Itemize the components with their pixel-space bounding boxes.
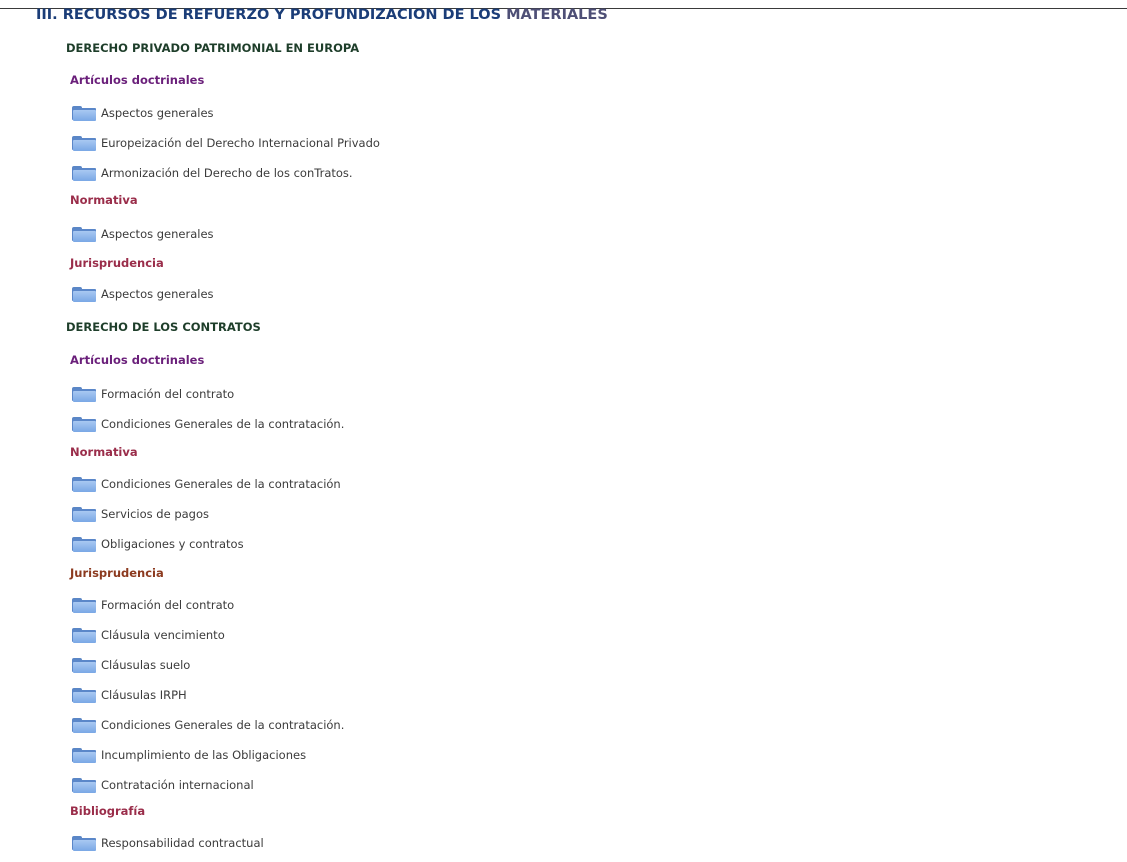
folder-link[interactable]: Cláusula vencimiento — [72, 626, 225, 644]
folder-link[interactable]: Contratación internacional — [72, 776, 254, 794]
folder-icon — [72, 286, 96, 302]
category-heading: Normativa — [70, 193, 138, 207]
section-heading: DERECHO PRIVADO PATRIMONIAL EN EUROPA — [66, 41, 360, 55]
page-title-suffix: MATERIALES — [506, 8, 608, 23]
folder-link[interactable]: Aspectos generales — [72, 104, 214, 122]
page-title: III. RECURSOS DE REFUERZO Y PROFUNDIZACI… — [36, 8, 608, 24]
page-title-main: III. RECURSOS DE REFUERZO Y PROFUNDIZACI… — [36, 8, 507, 23]
category-heading: Jurisprudencia — [70, 566, 164, 580]
folder-link[interactable]: Obligaciones y contratos — [72, 535, 244, 553]
folder-link-label[interactable]: Cláusula vencimiento — [101, 628, 225, 642]
folder-icon — [72, 657, 96, 673]
folder-link-label[interactable]: Formación del contrato — [101, 598, 234, 612]
folder-link-label[interactable]: Contratación internacional — [101, 778, 254, 792]
folder-link[interactable]: Formación del contrato — [72, 385, 234, 403]
folder-link[interactable]: Cláusulas IRPH — [72, 686, 187, 704]
folder-link-label[interactable]: Condiciones Generales de la contratación… — [101, 718, 344, 732]
folder-link[interactable]: Servicios de pagos — [72, 505, 209, 523]
folder-link-label[interactable]: Condiciones Generales de la contratación — [101, 477, 341, 491]
folder-link[interactable]: Aspectos generales — [72, 285, 214, 303]
folder-icon — [72, 835, 96, 851]
folder-link[interactable]: Condiciones Generales de la contratación… — [72, 415, 344, 433]
folder-link[interactable]: Condiciones Generales de la contratación… — [72, 716, 344, 734]
folder-icon — [72, 627, 96, 643]
folder-link[interactable]: Europeización del Derecho Internacional … — [72, 134, 380, 152]
folder-link-label[interactable]: Servicios de pagos — [101, 507, 209, 521]
folder-link[interactable]: Responsabilidad contractual — [72, 834, 264, 852]
folder-link-label[interactable]: Cláusulas IRPH — [101, 688, 187, 702]
folder-icon — [72, 416, 96, 432]
folder-icon — [72, 506, 96, 522]
folder-link-label[interactable]: Aspectos generales — [101, 106, 214, 120]
folder-link-label[interactable]: Cláusulas suelo — [101, 658, 190, 672]
folder-icon — [72, 536, 96, 552]
folder-link[interactable]: Condiciones Generales de la contratación — [72, 475, 341, 493]
folder-link-label[interactable]: Aspectos generales — [101, 287, 214, 301]
folder-link[interactable]: Formación del contrato — [72, 596, 234, 614]
folder-icon — [72, 135, 96, 151]
folder-icon — [72, 476, 96, 492]
category-heading: Bibliografía — [70, 804, 146, 818]
folder-icon — [72, 687, 96, 703]
folder-icon — [72, 105, 96, 121]
category-heading: Artículos doctrinales — [70, 73, 205, 87]
folder-link-label[interactable]: Formación del contrato — [101, 387, 234, 401]
folder-icon — [72, 226, 96, 242]
folder-link-label[interactable]: Obligaciones y contratos — [101, 537, 244, 551]
folder-icon — [72, 747, 96, 763]
folder-icon — [72, 717, 96, 733]
folder-link-label[interactable]: Aspectos generales — [101, 227, 214, 241]
folder-icon — [72, 777, 96, 793]
folder-link-label[interactable]: Condiciones Generales de la contratación… — [101, 417, 344, 431]
folder-link[interactable]: Aspectos generales — [72, 225, 214, 243]
section-heading: DERECHO DE LOS CONTRATOS — [66, 320, 261, 334]
category-heading: Jurisprudencia — [70, 256, 164, 270]
folder-link-label[interactable]: Europeización del Derecho Internacional … — [101, 136, 380, 150]
folder-link[interactable]: Incumplimiento de las Obligaciones — [72, 746, 306, 764]
folder-icon — [72, 165, 96, 181]
folder-link-label[interactable]: Incumplimiento de las Obligaciones — [101, 748, 306, 762]
category-heading: Artículos doctrinales — [70, 353, 205, 367]
folder-icon — [72, 386, 96, 402]
folder-link-label[interactable]: Armonización del Derecho de los conTrato… — [101, 166, 353, 180]
folder-link[interactable]: Armonización del Derecho de los conTrato… — [72, 164, 353, 182]
category-heading: Normativa — [70, 445, 138, 459]
folder-icon — [72, 597, 96, 613]
folder-link-label[interactable]: Responsabilidad contractual — [101, 836, 264, 850]
folder-link[interactable]: Cláusulas suelo — [72, 656, 190, 674]
